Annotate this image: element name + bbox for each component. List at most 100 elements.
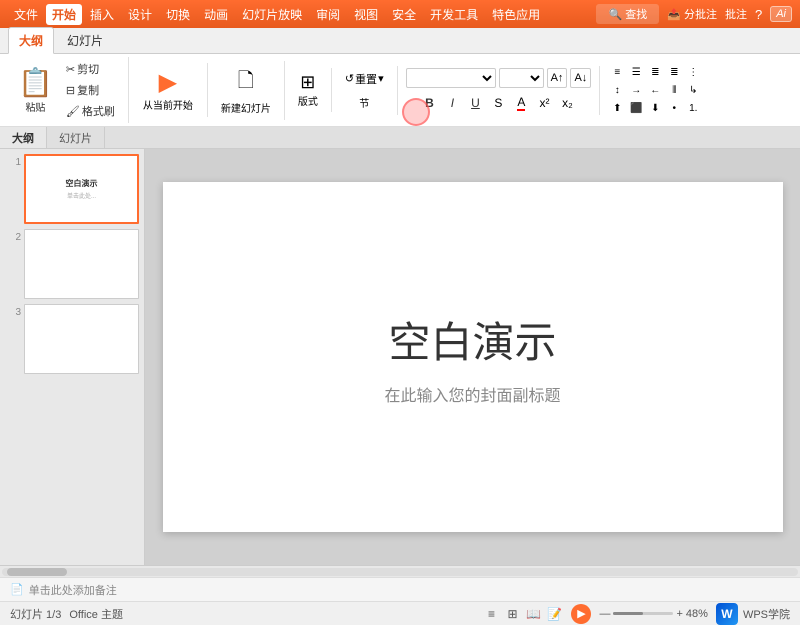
slides-group: 🗋 新建幻灯片 [212,61,285,120]
menu-transition[interactable]: 切换 [160,4,196,25]
play-status-button[interactable]: ▶ [571,604,591,624]
slideshow-group: ▶ 从当前开始 [133,63,208,117]
copy-button[interactable]: ⊟ 复制 [61,80,120,100]
underline-button[interactable]: U [465,93,485,113]
italic-button[interactable]: I [442,93,462,113]
slide-thumb-content-3 [79,336,85,342]
reset-button[interactable]: ↺ 重置 ▾ [340,68,389,90]
menu-design[interactable]: 设计 [122,4,158,25]
cut-button[interactable]: ✂ 剪切 [61,59,120,79]
slide-thumb-1[interactable]: 空白演示 单击此处... [24,154,139,224]
notes-view-button[interactable]: 📝 [545,605,563,623]
menu-file[interactable]: 文件 [8,4,44,25]
horizontal-scrollbar[interactable] [0,565,800,577]
align-distributed-button[interactable]: ⋮ [684,64,702,80]
menu-bar: 文件 开始 插入 设计 切换 动画 幻灯片放映 审阅 视图 安全 开发工具 特色… [8,4,546,25]
font-group: A↑ A↓ B I U S A x² x₂ [402,66,601,115]
valign-bottom-button[interactable]: ⬇ [646,100,664,116]
slide-canvas[interactable]: 空白演示 在此输入您的封面副标题 [163,182,783,532]
alignment-group: ≡ ☰ ≣ ≣ ⋮ ↕ → ← ⦀ ↳ ⬆ ⬛ ⬇ • 1. [604,62,710,118]
valign-top-button[interactable]: ⬆ [608,100,626,116]
tab-slides[interactable]: 幻灯片 [56,27,114,53]
line-spacing-button[interactable]: ↕ [608,82,626,98]
text-direction-button[interactable]: ↳ [684,82,702,98]
strikethrough-button[interactable]: S [488,93,508,113]
reset-dropdown-icon: ▾ [378,72,384,85]
wps-logo: W [716,603,738,625]
font-format-row: B I U S A x² x₂ [419,93,577,113]
slide-thumb-2[interactable] [24,229,139,299]
font-decrease-button[interactable]: A↓ [570,68,591,88]
layout-button[interactable]: ⊞ 版式 [293,70,323,110]
ribbon-tabs: 大纲 幻灯片 [0,28,800,54]
slide-thumb-3[interactable] [24,304,139,374]
menu-review[interactable]: 审阅 [310,4,346,25]
view-tab-outline[interactable]: 大纲 [0,127,47,148]
slide-number-2: 2 [5,232,21,243]
menu-features[interactable]: 特色应用 [486,4,546,25]
notes-label[interactable]: 单击此处添加备注 [29,582,117,598]
superscript-button[interactable]: x² [534,93,554,113]
share-button[interactable]: 📤 分批注 [667,6,717,22]
align-left-button[interactable]: ≡ [608,64,626,80]
align-row-3: ⬆ ⬛ ⬇ • 1. [608,100,702,116]
align-center-button[interactable]: ☰ [627,64,645,80]
slide-subtitle[interactable]: 在此输入您的封面副标题 [384,382,560,406]
wps-label[interactable]: WPS学院 [743,606,790,622]
search-bar[interactable]: 🔍 查找 [596,4,659,24]
new-slide-button[interactable]: 🗋 新建幻灯片 [216,63,276,118]
bold-button[interactable]: B [419,93,439,113]
menu-devtools[interactable]: 开发工具 [424,4,484,25]
column-button[interactable]: ⦀ [665,82,683,98]
play-from-current-button[interactable]: ▶ 从当前开始 [137,65,199,115]
status-left: 幻灯片 1/3 Office 主题 [10,606,123,622]
ai-badge: Ai [770,6,792,22]
menu-start[interactable]: 开始 [46,4,82,25]
align-justify-button[interactable]: ≣ [665,64,683,80]
subscript-button[interactable]: x₂ [557,93,577,113]
reset-icon: ↺ [345,72,354,85]
grid-view-button[interactable]: ⊞ [503,605,521,623]
font-name-select[interactable] [406,68,496,88]
font-increase-button[interactable]: A↑ [547,68,568,88]
layout-icon: ⊞ [300,72,315,93]
numbering-button[interactable]: 1. [684,100,702,116]
menu-security[interactable]: 安全 [386,4,422,25]
bullet-button[interactable]: • [665,100,683,116]
menu-animation[interactable]: 动画 [198,4,234,25]
menu-insert[interactable]: 插入 [84,4,120,25]
theme-name: Office 主题 [69,606,123,622]
scroll-track[interactable] [2,568,798,576]
title-bar: 文件 开始 插入 设计 切换 动画 幻灯片放映 审阅 视图 安全 开发工具 特色… [0,0,800,28]
help-button[interactable]: ? [755,7,762,22]
align-right-button[interactable]: ≣ [646,64,664,80]
slide-item-1[interactable]: 1 空白演示 单击此处... [5,154,139,224]
zoom-in-button[interactable]: + [676,608,682,620]
canvas-area: 空白演示 在此输入您的封面副标题 [145,149,800,565]
reading-view-button[interactable]: 📖 [524,605,542,623]
slide-item-2[interactable]: 2 [5,229,139,299]
view-tab-slides[interactable]: 幻灯片 [47,127,105,148]
scroll-thumb[interactable] [7,568,67,576]
valign-middle-button[interactable]: ⬛ [627,100,645,116]
slide-item-3[interactable]: 3 [5,304,139,374]
format-painter-button[interactable]: 🖌 格式刷 [61,101,120,121]
menu-view[interactable]: 视图 [348,4,384,25]
comment-button[interactable]: 批注 [725,6,747,22]
indent-increase-button[interactable]: → [627,82,645,98]
zoom-out-button[interactable]: — [599,608,610,620]
indent-decrease-button[interactable]: ← [646,82,664,98]
wps-section: W WPS学院 [716,603,790,625]
normal-view-button[interactable]: ≡ [482,605,500,623]
font-size-select[interactable] [499,68,544,88]
font-color-button[interactable]: A [511,93,531,113]
slide-number-3: 3 [5,307,21,318]
tab-outline[interactable]: 大纲 [8,27,54,54]
slide-main-title[interactable]: 空白演示 [388,309,556,370]
notes-bar[interactable]: 📄 单击此处添加备注 [0,577,800,601]
menu-slideshow[interactable]: 幻灯片放映 [236,4,308,25]
copy-icon: ⊟ [66,84,75,97]
section-button[interactable]: 节 [354,92,374,113]
paste-button[interactable]: 📋 粘贴 [12,64,59,116]
zoom-slider[interactable] [613,612,673,615]
